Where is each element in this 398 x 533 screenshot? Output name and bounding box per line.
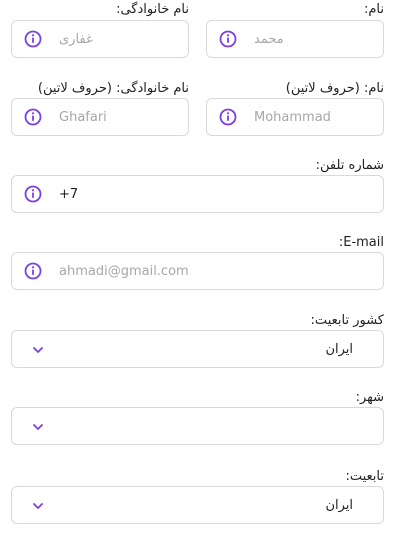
email-label: E-mail: — [338, 235, 384, 250]
last-name-placeholder: غفاری — [59, 32, 93, 47]
last-name-input[interactable]: غفاری — [11, 20, 189, 58]
phone-value: +7 — [59, 187, 79, 202]
first-name-latin-field: نام: (حروف لاتین) Mohammad — [206, 81, 384, 139]
chevron-down-icon[interactable] — [32, 422, 44, 432]
last-name-latin-input[interactable]: Ghafari — [11, 98, 189, 136]
city-select[interactable] — [11, 407, 384, 445]
email-placeholder: ahmadi@gmail.com — [59, 264, 189, 279]
chevron-down-icon[interactable] — [32, 501, 44, 511]
info-icon[interactable] — [219, 30, 237, 48]
phone-field: شماره تلفن: +7 — [11, 158, 384, 216]
first-name-latin-placeholder: Mohammad — [254, 110, 331, 125]
email-input[interactable]: ahmadi@gmail.com — [11, 252, 384, 290]
country-field: کشور تابعیت: ایران — [11, 313, 384, 371]
info-icon[interactable] — [24, 185, 42, 203]
first-name-latin-label: نام: (حروف لاتین) — [285, 81, 384, 96]
country-label: کشور تابعیت: — [310, 313, 384, 328]
phone-label: شماره تلفن: — [315, 158, 384, 173]
last-name-latin-field: نام خانوادگی: (حروف لاتین) Ghafari — [11, 81, 189, 139]
last-name-label: نام خانوادگی: — [116, 2, 189, 17]
first-name-placeholder: محمد — [254, 32, 284, 47]
info-icon[interactable] — [24, 262, 42, 280]
info-icon[interactable] — [24, 30, 42, 48]
country-select[interactable]: ایران — [11, 330, 384, 368]
last-name-field: نام خانوادگی: غفاری — [11, 2, 189, 60]
phone-input[interactable]: +7 — [11, 175, 384, 213]
citizenship-value: ایران — [325, 498, 353, 513]
info-icon[interactable] — [24, 108, 42, 126]
profile-form: نام: محمد نام خانوادگی: غفاری نام: (حروف… — [0, 0, 398, 533]
city-label: شهر: — [355, 390, 384, 405]
citizenship-select[interactable]: ایران — [11, 486, 384, 524]
email-field: E-mail: ahmadi@gmail.com — [11, 235, 384, 293]
citizenship-label: تابعیت: — [345, 469, 384, 484]
first-name-input[interactable]: محمد — [206, 20, 384, 58]
info-icon[interactable] — [219, 108, 237, 126]
first-name-label: نام: — [363, 2, 384, 17]
country-value: ایران — [325, 342, 353, 357]
city-field: شهر: — [11, 390, 384, 448]
first-name-latin-input[interactable]: Mohammad — [206, 98, 384, 136]
last-name-latin-label: نام خانوادگی: (حروف لاتین) — [37, 81, 189, 96]
chevron-down-icon[interactable] — [32, 345, 44, 355]
citizenship-field: تابعیت: ایران — [11, 469, 384, 527]
last-name-latin-placeholder: Ghafari — [59, 110, 107, 125]
first-name-field: نام: محمد — [206, 2, 384, 60]
